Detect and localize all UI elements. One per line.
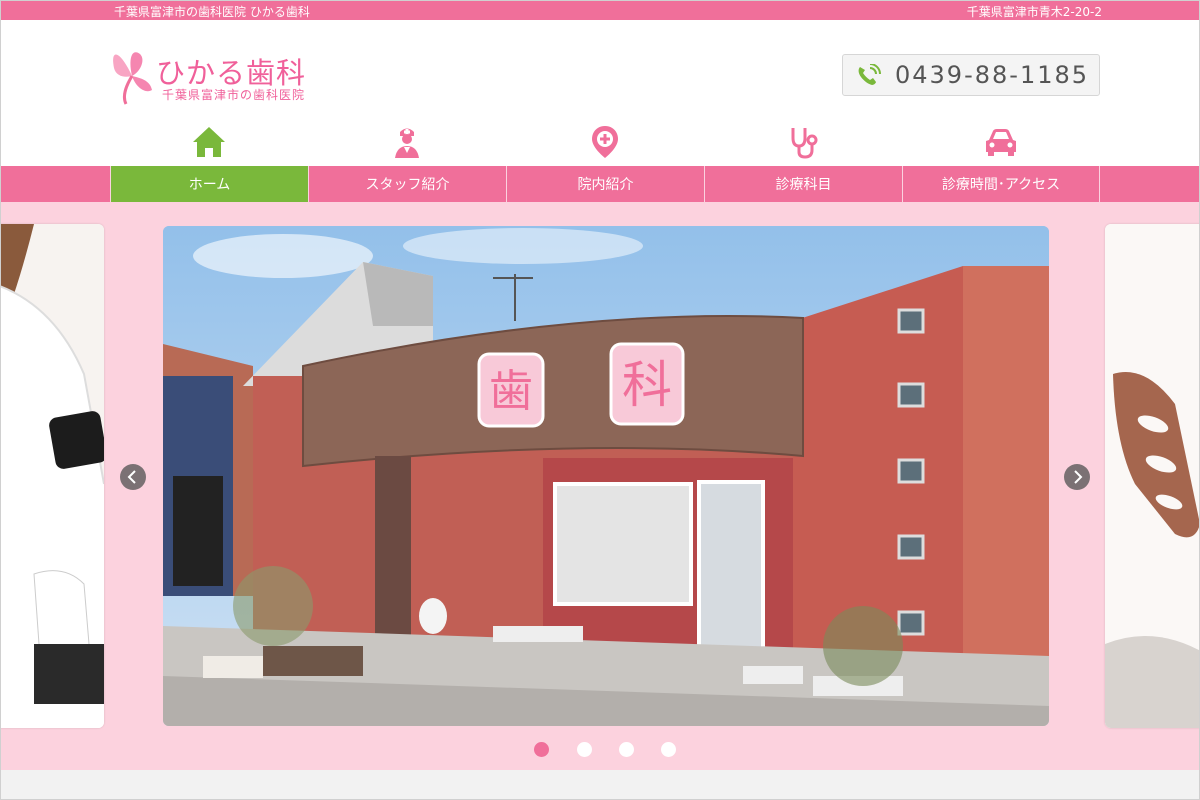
slider-dot-3[interactable] bbox=[619, 742, 634, 757]
top-info-bar: 千葉県富津市の歯科医院 ひかる歯科 千葉県富津市青木2-20-2 bbox=[0, 0, 1200, 20]
dental-tool-photo-image bbox=[1105, 224, 1200, 728]
nav-staff[interactable]: スタッフ紹介 bbox=[308, 166, 506, 202]
clinic-building-photo-image: 歯 科 bbox=[163, 226, 1049, 726]
slider-prev-button[interactable] bbox=[120, 464, 146, 490]
home-icon bbox=[193, 127, 225, 157]
nav-clinic-tour[interactable]: 院内紹介 bbox=[506, 166, 704, 202]
stethoscope-icon bbox=[791, 128, 818, 159]
car-icon bbox=[986, 129, 1016, 156]
slider-pagination bbox=[0, 742, 1200, 758]
phone-icon bbox=[858, 64, 881, 85]
nav-hours-access[interactable]: 診療時間･アクセス bbox=[902, 166, 1100, 202]
nav-home[interactable]: ホーム bbox=[110, 166, 308, 202]
slider-dot-4[interactable] bbox=[661, 742, 676, 757]
slider-dot-1[interactable] bbox=[534, 742, 549, 757]
tagline: 千葉県富津市の歯科医院 ひかる歯科 bbox=[114, 5, 310, 19]
nav-treatments[interactable]: 診療科目 bbox=[704, 166, 902, 202]
site-logo[interactable]: ひかる歯科 千葉県富津市の歯科医院 bbox=[110, 44, 330, 106]
prev-slide-preview[interactable] bbox=[0, 224, 104, 728]
staff-icon bbox=[395, 128, 419, 158]
address: 千葉県富津市青木2-20-2 bbox=[966, 5, 1102, 19]
logo-subtitle: 千葉県富津市の歯科医院 bbox=[162, 88, 306, 102]
staff-photo-image bbox=[0, 224, 104, 728]
butterfly-logo-icon bbox=[113, 52, 152, 105]
chevron-right-icon bbox=[1074, 470, 1083, 484]
current-slide[interactable]: 歯 科 bbox=[163, 226, 1049, 726]
phone-box[interactable]: 0439-88-1185 bbox=[842, 54, 1100, 96]
next-slide-preview[interactable] bbox=[1105, 224, 1200, 728]
slider-next-button[interactable] bbox=[1064, 464, 1090, 490]
page-bottom-strip bbox=[0, 770, 1200, 800]
slider-dot-2[interactable] bbox=[577, 742, 592, 757]
location-pin-icon bbox=[592, 126, 618, 158]
phone-number: 0439-88-1185 bbox=[895, 61, 1090, 89]
svg-text:歯: 歯 bbox=[489, 366, 533, 417]
svg-text:科: 科 bbox=[622, 356, 672, 414]
chevron-left-icon bbox=[127, 470, 136, 484]
